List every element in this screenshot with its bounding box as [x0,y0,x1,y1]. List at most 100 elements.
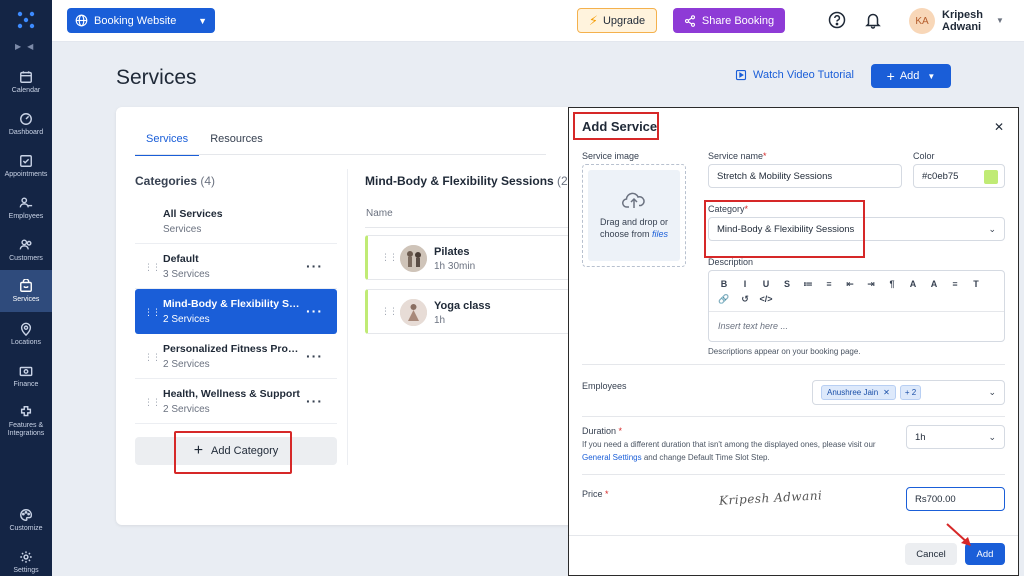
rail-item-integrations[interactable]: Features & Integrations [0,398,52,444]
chevron-down-icon: ⌄ [988,431,996,442]
description-hint: Descriptions appear on your booking page… [708,347,861,356]
service-row-pilates[interactable]: ⋮⋮ Pilates 1h 30min [365,235,570,280]
rail-item-services[interactable]: Services [0,270,52,312]
finance-icon [19,366,33,376]
more-options-icon[interactable]: ··· [306,258,323,274]
user-first-name: Kripesh [942,9,983,21]
more-options-icon[interactable]: ··· [306,303,323,319]
rail-item-settings[interactable]: Settings [0,542,52,576]
tab-services[interactable]: Services [135,127,200,156]
collapse-rail-icon[interactable]: ▶◀ [15,42,39,51]
category-item-default[interactable]: ⋮⋮ Default 3 Services ··· [135,244,337,289]
appointments-icon [20,154,32,167]
indent-icon[interactable]: ⇥ [864,277,878,292]
editor-toolbar: B I U S ≔ ≡ ⇤ ⇥ ¶ A A ≡ T 🔗 ↺ </> [717,277,997,307]
bell-icon[interactable] [864,11,882,29]
service-name: Yoga class [434,300,491,312]
employee-more-chip[interactable]: + 2 [899,385,922,400]
drag-handle-icon[interactable]: ⋮⋮ [381,306,398,317]
remove-chip-icon[interactable]: ✕ [883,388,890,397]
category-item-mind-body[interactable]: ⋮⋮ Mind-Body & Flexibility Sessions 2 Se… [135,289,337,334]
link-icon[interactable]: 🔗 [717,292,731,307]
booking-website-select[interactable]: Booking Website ▼ [67,8,215,33]
general-settings-link[interactable]: General Settings [582,453,642,462]
description-label: Description [708,257,754,267]
rail-label: Features & Integrations [7,421,45,437]
required-marker: * [605,489,609,499]
share-label: Share Booking [701,14,775,27]
rail-label: Customize [9,524,43,532]
help-icon[interactable] [828,11,846,29]
highlight-color-icon[interactable]: A [927,277,941,292]
rail-label: Employees [8,212,44,220]
category-item-wellness[interactable]: ⋮⋮ Health, Wellness & Support 2 Services… [135,379,337,424]
price-input[interactable]: Rs700.00 [906,487,1005,511]
section-divider [582,416,1005,417]
category-item-fitness[interactable]: ⋮⋮ Personalized Fitness Programs 2 Servi… [135,334,337,379]
drag-handle-icon[interactable]: ⋮⋮ [381,252,398,263]
rail-label: Finance [13,380,39,388]
undo-icon[interactable]: ↺ [738,292,752,307]
description-editor[interactable]: B I U S ≔ ≡ ⇤ ⇥ ¶ A A ≡ T 🔗 ↺ </> Insert text here ... [708,270,1005,342]
italic-icon[interactable]: I [738,277,752,292]
avatar[interactable]: KA [909,8,935,34]
services-title: Mind-Body & Flexibility Sessions (2) [365,174,572,188]
app-logo-icon[interactable] [16,10,36,30]
service-name: Pilates [434,246,470,258]
underline-icon[interactable]: U [759,277,773,292]
text-direction-icon[interactable]: ¶ [885,277,899,292]
employees-select[interactable]: Anushree Jain ✕ + 2 ⌄ [812,380,1005,405]
user-name[interactable]: Kripesh Adwani [942,9,1002,33]
bold-icon[interactable]: B [717,277,731,292]
dashboard-icon [20,112,32,125]
column-header-name[interactable]: Name [366,208,393,219]
service-duration: 1h [434,315,446,326]
rail-item-appointments[interactable]: Appointments [0,146,52,186]
category-item-all[interactable]: All Services Services [135,199,337,244]
description-placeholder: Insert text here ... [718,321,789,331]
duration-select[interactable]: 1h ⌄ [906,425,1005,449]
drag-handle-icon[interactable]: ⋮⋮ [144,262,161,273]
bullet-list-icon[interactable]: ≡ [822,277,836,292]
rail-item-locations[interactable]: Locations [0,314,52,354]
font-color-icon[interactable]: A [906,277,920,292]
outdent-icon[interactable]: ⇤ [843,277,857,292]
color-label: Color [913,151,935,161]
employee-chip: Anushree Jain ✕ [821,385,896,400]
choose-files-link[interactable]: files [652,229,668,239]
watch-video-tutorial-link[interactable]: Watch Video Tutorial [735,69,854,81]
rail-label: Customers [9,254,43,262]
service-name-input[interactable]: Stretch & Mobility Sessions [708,164,902,188]
more-options-icon[interactable]: ··· [306,348,323,364]
color-swatch[interactable] [984,170,998,184]
rail-item-customers[interactable]: Customers [0,230,52,270]
upgrade-button[interactable]: ⚡ Upgrade [577,8,657,33]
calendar-icon [20,70,32,83]
tab-resources[interactable]: Resources [199,127,274,156]
clear-format-icon[interactable]: T [969,277,983,292]
strikethrough-icon[interactable]: S [780,277,794,292]
service-row-yoga[interactable]: ⋮⋮ Yoga class 1h [365,289,570,334]
upgrade-label: Upgrade [602,14,646,27]
ordered-list-icon[interactable]: ≔ [801,277,815,292]
drag-handle-icon[interactable]: ⋮⋮ [144,307,161,318]
add-button[interactable]: + Add ▼ [871,64,951,88]
align-icon[interactable]: ≡ [948,277,962,292]
rail-item-dashboard[interactable]: Dashboard [0,104,52,144]
rail-item-employees[interactable]: Employees [0,188,52,228]
code-icon[interactable]: </> [759,292,773,307]
close-icon[interactable]: ✕ [994,120,1004,134]
rail-item-finance[interactable]: Finance [0,356,52,396]
more-options-icon[interactable]: ··· [306,393,323,409]
service-thumbnail [400,299,427,326]
drag-handle-icon[interactable]: ⋮⋮ [144,352,161,363]
add-label: Add [899,70,920,82]
drag-handle-icon[interactable]: ⋮⋮ [144,397,161,408]
chevron-down-icon[interactable]: ▼ [996,16,1004,25]
share-booking-button[interactable]: Share Booking [673,8,785,33]
image-dropzone[interactable]: Drag and drop or choose from files [582,164,686,267]
section-divider [582,364,1005,365]
rail-item-calendar[interactable]: Calendar [0,62,52,102]
rail-item-customize[interactable]: Customize [0,500,52,540]
required-marker: * [618,426,623,436]
